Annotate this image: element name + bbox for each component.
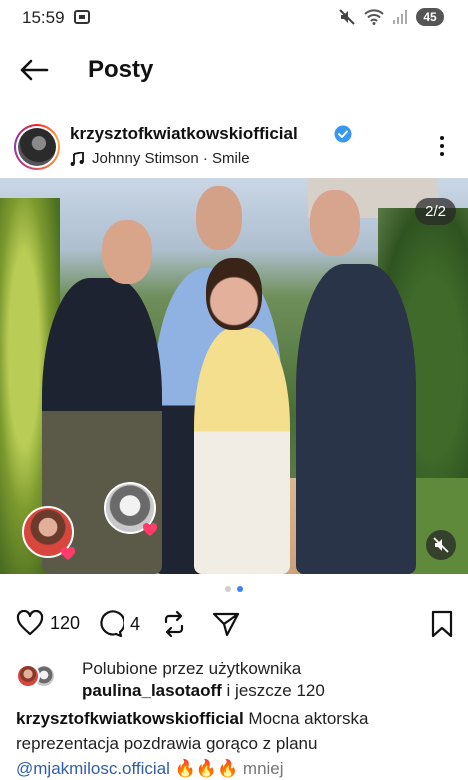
caption-less-link[interactable]: mniej (243, 759, 284, 778)
signal-icon (393, 10, 407, 24)
back-arrow-icon (20, 59, 49, 81)
back-button[interactable] (16, 52, 52, 88)
carousel-dots (0, 586, 468, 592)
photo-counter: 2/2 (415, 198, 456, 225)
post-caption: krzysztofkwiatkowskiofficial Mocna aktor… (16, 706, 456, 780)
carousel-dot (225, 586, 231, 592)
page-title: Posty (88, 56, 154, 83)
avatar (16, 664, 40, 688)
comment-button[interactable]: 4 (96, 610, 140, 638)
heart-icon (142, 522, 158, 536)
repost-icon (164, 610, 184, 638)
like-count: 120 (50, 612, 81, 633)
wifi-icon (364, 9, 384, 25)
music-note-icon (70, 151, 84, 166)
share-button[interactable] (212, 610, 240, 638)
post-actions: 120 4 (0, 608, 468, 648)
liked-by-prefix: Polubione przez użytkownika (82, 659, 302, 678)
author-username[interactable]: krzysztofkwiatkowskiofficial (70, 124, 298, 144)
liked-by-row[interactable]: Polubione przez użytkownika paulina_laso… (0, 658, 468, 702)
status-bar: 15:59 45 (0, 0, 468, 36)
top-header: Posty (0, 44, 468, 96)
author-avatar[interactable] (14, 124, 60, 170)
more-options-button[interactable] (432, 132, 452, 160)
liked-by-suffix[interactable]: i jeszcze 120 (227, 681, 325, 700)
comment-icon (100, 610, 124, 638)
music-label: Johnny Stimson · Smile (92, 150, 250, 167)
repost-button[interactable] (160, 610, 188, 638)
liked-by-user[interactable]: paulina_lasotaoff (82, 681, 222, 700)
liker-avatars (16, 664, 60, 690)
music-track[interactable]: Johnny Stimson · Smile (70, 150, 250, 167)
mute-icon (339, 9, 355, 25)
more-icon (440, 136, 444, 140)
post-header: krzysztofkwiatkowskiofficial Johnny Stim… (0, 118, 468, 174)
photo-person (194, 328, 290, 574)
heart-icon (60, 546, 76, 560)
screenshot-icon (74, 10, 90, 24)
battery-indicator: 45 (416, 8, 444, 26)
verified-icon (334, 125, 352, 143)
like-button[interactable]: 120 (16, 610, 80, 636)
caption-username[interactable]: krzysztofkwiatkowskiofficial (16, 709, 244, 728)
liked-by-text: Polubione przez użytkownika paulina_laso… (82, 658, 325, 702)
post-photo[interactable]: 2/2 (0, 178, 468, 574)
carousel-dot-active (237, 586, 243, 592)
status-time: 15:59 (22, 8, 65, 27)
caption-emoji: 🔥🔥🔥 (174, 759, 239, 778)
caption-mention[interactable]: @mjakmilosc.official (16, 759, 170, 778)
share-icon (212, 612, 240, 637)
bookmark-icon (431, 610, 453, 638)
sound-toggle-button[interactable] (426, 530, 456, 560)
save-button[interactable] (430, 610, 454, 638)
comment-count: 4 (130, 613, 141, 634)
heart-icon (16, 610, 44, 636)
sound-off-icon (433, 537, 449, 553)
status-icons: 45 (338, 8, 444, 26)
photo-person (296, 264, 416, 574)
